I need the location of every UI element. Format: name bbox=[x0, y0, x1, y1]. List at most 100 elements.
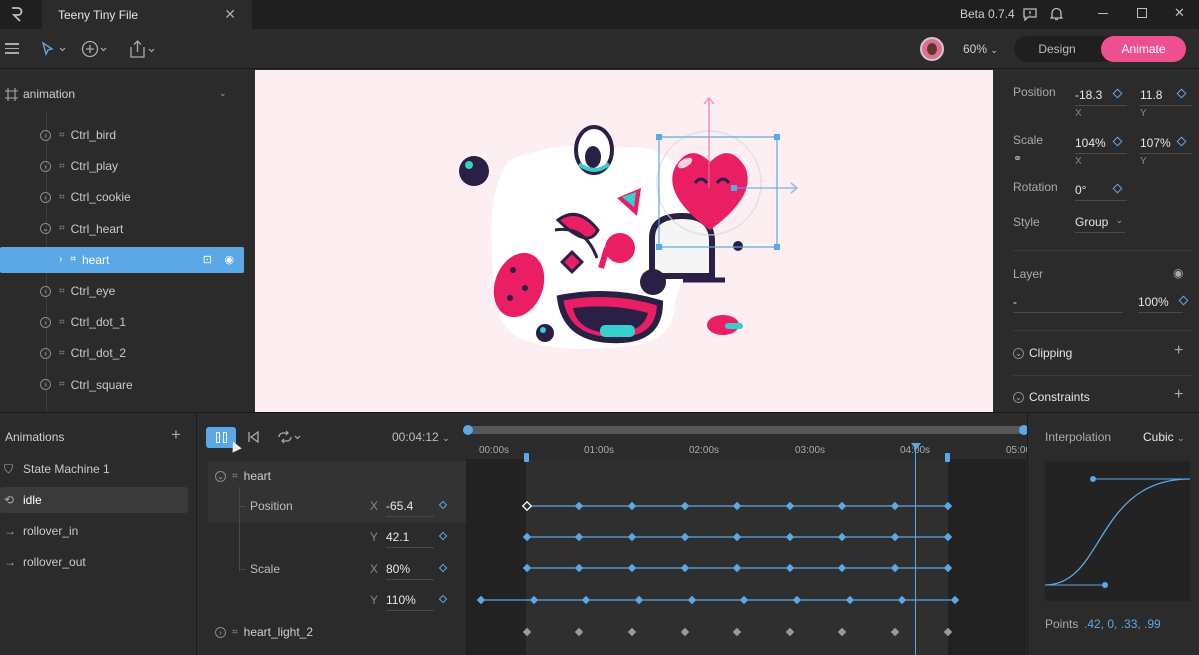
style-select[interactable]: Group ⌄ bbox=[1075, 215, 1125, 233]
add-tool-icon[interactable] bbox=[80, 39, 110, 59]
keyframe bbox=[687, 595, 697, 605]
eye-icon[interactable]: ◉ bbox=[1173, 266, 1183, 280]
axis-label: X bbox=[370, 499, 379, 513]
link-scale-icon[interactable]: ⚭ bbox=[1013, 152, 1022, 165]
keyframe bbox=[943, 501, 953, 511]
expand-icon[interactable]: › bbox=[40, 379, 51, 391]
expand-icon[interactable]: › bbox=[40, 160, 51, 172]
file-tab[interactable]: Teeny Tiny File ✕ bbox=[42, 0, 252, 29]
maximize-icon[interactable] bbox=[1137, 8, 1147, 18]
keyframe-toggle-icon[interactable] bbox=[438, 563, 448, 572]
layer-row[interactable]: ⌄ ⌗ Ctrl_heart bbox=[0, 216, 244, 242]
layer-label: Ctrl_cookie bbox=[70, 190, 131, 205]
illustration bbox=[459, 96, 799, 349]
constraints-section[interactable]: ⌄ Constraints bbox=[1013, 390, 1090, 404]
constraints-label: Constraints bbox=[1029, 390, 1090, 404]
group-icon: ⌗ bbox=[232, 470, 238, 482]
animation-panel: Animations + ⛉ State Machine 1 ⟲ idle → rollo… bbox=[0, 412, 1199, 655]
keyframe bbox=[521, 500, 533, 512]
keyframe-toggle-icon[interactable] bbox=[438, 532, 448, 541]
group-icon: ⌗ bbox=[59, 223, 65, 235]
points-label: Points bbox=[1045, 617, 1079, 631]
layer-row[interactable]: › ⌗ Ctrl_bird bbox=[0, 122, 244, 148]
collapse-icon[interactable]: ⌄ bbox=[40, 223, 51, 235]
opacity-field[interactable]: 100% bbox=[1138, 295, 1183, 313]
bell-icon[interactable] bbox=[1048, 6, 1064, 22]
toolbar: 60% ⌄ Design Animate bbox=[0, 29, 1199, 69]
animation-item[interactable]: ⟲ idle bbox=[0, 487, 188, 513]
style-label: Style bbox=[1013, 215, 1040, 229]
keyframe bbox=[837, 627, 847, 637]
chevron-down-icon[interactable]: ⌄ bbox=[219, 88, 227, 99]
file-tab-title: Teeny Tiny File bbox=[58, 7, 139, 22]
keyframe bbox=[522, 627, 532, 637]
expand-icon[interactable]: › bbox=[40, 129, 51, 141]
export-tool-icon[interactable] bbox=[128, 38, 158, 60]
layer-row[interactable]: › ⌗ heart ⊡ ◉ bbox=[0, 246, 244, 273]
layer-label: Ctrl_square bbox=[70, 377, 133, 392]
axis-label: X bbox=[370, 561, 379, 576]
points-value[interactable]: .42, 0, .33, .99 bbox=[1084, 617, 1161, 631]
unlock-icon[interactable]: ⊡ bbox=[203, 253, 212, 266]
mouse-cursor bbox=[228, 439, 242, 453]
y-label: Y bbox=[1140, 108, 1147, 119]
animation-item[interactable]: → rollover_in bbox=[0, 518, 188, 544]
minimize-icon[interactable] bbox=[1098, 13, 1108, 14]
expand-icon[interactable]: › bbox=[59, 254, 62, 265]
property-value-field[interactable]: 80% bbox=[386, 562, 434, 580]
eye-icon[interactable]: ◉ bbox=[224, 253, 234, 266]
heart-light-row[interactable]: › ⌗ heart_light_2 bbox=[215, 625, 313, 639]
property-value-field[interactable]: 110% bbox=[386, 593, 434, 611]
animation-item[interactable]: → rollover_out bbox=[0, 549, 188, 575]
property-value-field[interactable]: 42.1 bbox=[386, 530, 434, 549]
add-clipping-icon[interactable]: + bbox=[1174, 342, 1183, 360]
keyframe bbox=[732, 627, 742, 637]
curve-editor[interactable] bbox=[1044, 461, 1191, 601]
animation-label: State Machine 1 bbox=[23, 462, 110, 476]
zoom-level[interactable]: 60% ⌄ bbox=[963, 42, 998, 56]
layer-row[interactable]: › ⌗ Ctrl_eye bbox=[0, 278, 244, 304]
menu-icon[interactable] bbox=[5, 43, 19, 54]
feedback-icon[interactable] bbox=[1022, 6, 1038, 22]
keyframe bbox=[732, 501, 742, 511]
design-mode-button[interactable]: Design bbox=[1014, 36, 1100, 62]
add-constraint-icon[interactable]: + bbox=[1174, 386, 1183, 404]
timeline-area[interactable]: 00:00s01:00s02:00s03:00s04:00s05:00 bbox=[463, 423, 1031, 655]
layer-row[interactable]: › ⌗ Ctrl_dot_2 bbox=[0, 340, 244, 366]
add-animation-icon[interactable]: + bbox=[171, 425, 181, 445]
group-icon: ⌗ bbox=[232, 626, 238, 638]
close-tab-icon[interactable]: ✕ bbox=[224, 6, 236, 23]
inspector-panel: Position -18.3 X 11.8 Y Scale ⚭ 104% X 1… bbox=[998, 70, 1199, 412]
expand-icon[interactable]: › bbox=[40, 347, 51, 359]
expand-icon[interactable]: › bbox=[40, 191, 51, 203]
rive-logo-icon[interactable] bbox=[8, 5, 26, 23]
clipping-section[interactable]: ⌄ Clipping bbox=[1013, 346, 1072, 360]
expand-icon[interactable]: › bbox=[40, 316, 51, 328]
heart-group-row[interactable]: ⌄ ⌗ heart bbox=[215, 469, 271, 483]
user-avatar[interactable] bbox=[920, 37, 944, 61]
artboard-icon bbox=[5, 87, 18, 101]
artboard-row[interactable]: animation bbox=[5, 87, 75, 101]
animate-mode-button[interactable]: Animate bbox=[1101, 36, 1186, 62]
blend-mode-field[interactable]: - bbox=[1013, 295, 1123, 313]
layer-row[interactable]: › ⌗ Ctrl_dot_1 bbox=[0, 309, 244, 335]
keyframe-tracks[interactable] bbox=[466, 423, 1026, 655]
property-value-field[interactable]: -65.4 bbox=[386, 499, 434, 517]
close-window-icon[interactable]: ✕ bbox=[1174, 5, 1185, 21]
skip-start-icon[interactable] bbox=[246, 429, 260, 445]
layer-row[interactable]: › ⌗ Ctrl_play bbox=[0, 153, 244, 179]
time-display[interactable]: 00:04:12 ⌄ bbox=[392, 430, 450, 444]
keyframe-toggle-icon[interactable] bbox=[438, 594, 448, 604]
loop-mode-icon[interactable] bbox=[276, 429, 302, 445]
keyframe bbox=[574, 563, 584, 573]
select-tool-icon[interactable] bbox=[38, 40, 68, 58]
layer-row[interactable]: › ⌗ Ctrl_cookie bbox=[0, 184, 244, 210]
group-icon: ⌗ bbox=[59, 129, 65, 141]
expand-icon[interactable]: › bbox=[40, 285, 51, 297]
keyframe bbox=[785, 627, 795, 637]
layer-row[interactable]: › ⌗ Ctrl_square bbox=[0, 372, 244, 398]
animation-item[interactable]: ⛉ State Machine 1 bbox=[0, 456, 188, 482]
keyframe bbox=[581, 595, 591, 605]
interpolation-select[interactable]: Cubic ⌄ bbox=[1143, 430, 1185, 444]
artboard-canvas[interactable] bbox=[255, 70, 993, 412]
